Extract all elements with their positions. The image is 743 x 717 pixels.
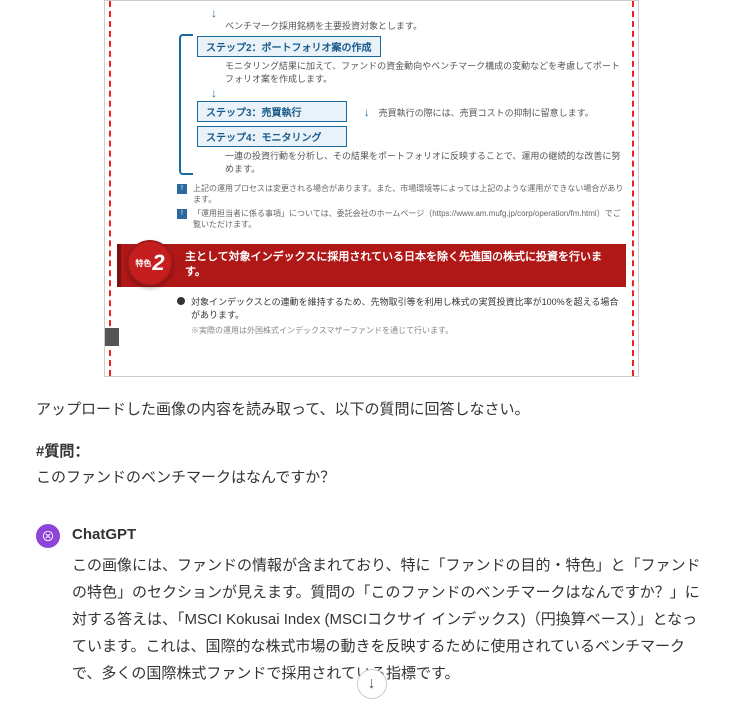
feature-2-block: 特色 2 主として対象インデックスに採用されている日本を除く先進国の株式に投資を… [117, 244, 626, 336]
bullet-icon [177, 297, 185, 305]
note-text-1: 上記の運用プロセスは変更される場合があります。また、市場環境等によっては上記のよ… [193, 183, 626, 205]
uploaded-document-image: ↓ ベンチマーク採用銘柄を主要投資対象とします。 ステップ2：ポートフォリオ案の… [104, 0, 639, 377]
feature-footnote: ※実際の運用は外国株式インデックスマザーファンドを通じて行います。 [191, 325, 626, 336]
process-flow: ↓ ベンチマーク採用銘柄を主要投資対象とします。 ステップ2：ポートフォリオ案の… [197, 7, 626, 175]
note-text-2: 「運用担当者に係る事項」については、委託会社のホームページ（https://ww… [193, 208, 626, 230]
feature-bullet-text: 対象インデックスとの連動を維持するため、先物取引等を利用し株式の実質投資比率が1… [191, 295, 626, 321]
user-message: アップロードした画像の内容を読み取って、以下の質問に回答しなさい。 #質問： こ… [36, 397, 707, 492]
info-icon: ! [177, 184, 187, 194]
arrow-down-icon: ↓ [364, 105, 370, 119]
assistant-reply-text: この画像には、ファンドの情報が含まれており、特に「ファンドの目的・特色」と「ファ… [72, 552, 707, 687]
page-tab-marker [105, 328, 119, 346]
badge-label: 特色 [135, 258, 151, 269]
loop-bracket-icon [179, 34, 193, 175]
step-3-box: ステップ3：売買執行 [197, 101, 347, 122]
flow-intro-text: ベンチマーク採用銘柄を主要投資対象とします。 [225, 19, 626, 32]
feature-headline: 主として対象インデックスに採用されている日本を除く先進国の株式に投資を行います。 [117, 244, 626, 287]
chatgpt-avatar-icon [36, 524, 60, 548]
arrow-down-icon: ↓ [211, 7, 626, 19]
page-margin-left [109, 1, 111, 376]
step-2-desc: モニタリング結果に加えて、ファンドの資金動向やベンチマーク構成の変動などを考慮し… [225, 59, 626, 85]
step-2-box: ステップ2：ポートフォリオ案の作成 [197, 36, 381, 57]
step-3-desc: 売買執行の際には、売買コストの抑制に留意します。 [379, 108, 594, 118]
question-heading: #質問： [36, 439, 707, 465]
feature-badge: 特色 2 [127, 240, 173, 286]
scroll-to-bottom-button[interactable]: ↓ [357, 669, 387, 699]
badge-number: 2 [152, 250, 164, 276]
question-text: このファンドのベンチマークはなんですか？ [36, 465, 707, 491]
arrow-down-icon: ↓ [211, 87, 626, 99]
page-margin-right [632, 1, 634, 376]
info-icon: ! [177, 209, 187, 219]
user-instruction: アップロードした画像の内容を読み取って、以下の質問に回答しなさい。 [36, 397, 707, 423]
arrow-down-icon: ↓ [368, 675, 376, 693]
step-4-desc: 一連の投資行動を分析し、その結果をポートフォリオに反映することで、運用の継続的な… [225, 149, 626, 175]
process-notes: ! 上記の運用プロセスは変更される場合があります。また、市場環境等によっては上記… [177, 183, 626, 230]
assistant-message: ChatGPT この画像には、ファンドの情報が含まれており、特に「ファンドの目的… [36, 522, 707, 687]
step-4-box: ステップ4：モニタリング [197, 126, 347, 147]
assistant-name: ChatGPT [72, 522, 707, 548]
